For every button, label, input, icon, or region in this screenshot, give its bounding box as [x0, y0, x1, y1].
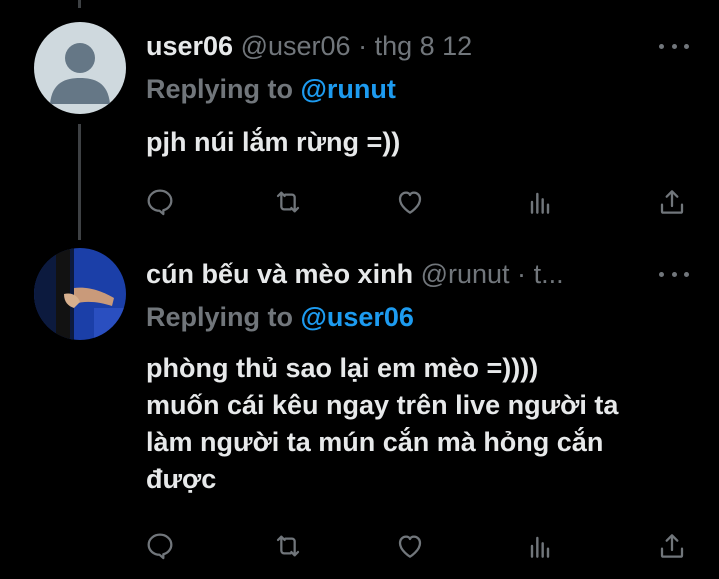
tweet-actions	[140, 526, 700, 566]
views-icon[interactable]	[520, 526, 560, 566]
handle[interactable]: @user06	[241, 31, 351, 61]
reply-icon[interactable]	[140, 182, 180, 222]
retweet-icon[interactable]	[268, 526, 308, 566]
like-icon[interactable]	[390, 182, 430, 222]
separator: ·	[517, 259, 527, 289]
share-icon[interactable]	[652, 526, 692, 566]
retweet-icon[interactable]	[268, 182, 308, 222]
replying-to-mention[interactable]: @user06	[301, 302, 414, 332]
views-icon[interactable]	[520, 182, 560, 222]
tweet-text: phòng thủ sao lại em mèo =)))) muốn cái …	[146, 353, 619, 494]
photo-avatar-icon	[34, 248, 126, 340]
tweet-header: user06 @user06 · thg 8 12	[146, 30, 649, 62]
replying-to: Replying to @runut	[146, 73, 396, 105]
replying-to-mention[interactable]: @runut	[301, 74, 396, 104]
tweet-runut[interactable]: cún bếu và mèo xinh @runut · t... Replyi…	[0, 240, 719, 579]
display-name[interactable]: user06	[146, 31, 233, 61]
replying-to: Replying to @user06	[146, 301, 414, 333]
replying-to-label: Replying to	[146, 74, 293, 104]
display-name[interactable]: cún bếu và mèo xinh	[146, 259, 413, 289]
replying-to-label: Replying to	[146, 302, 293, 332]
tweet-header: cún bếu và mèo xinh @runut · t...	[146, 258, 649, 290]
avatar[interactable]	[34, 248, 126, 340]
more-options-icon[interactable]	[659, 264, 689, 284]
tweet-date[interactable]: t...	[534, 259, 564, 289]
tweet-actions	[140, 182, 700, 222]
separator: ·	[358, 31, 368, 61]
tweet-text: pjh núi lắm rừng =))	[146, 127, 401, 157]
more-options-icon[interactable]	[659, 36, 689, 56]
default-avatar-icon	[34, 22, 126, 114]
tweet-date[interactable]: thg 8 12	[375, 31, 473, 61]
avatar[interactable]	[34, 22, 126, 114]
tweet-user06[interactable]: user06 @user06 · thg 8 12 Replying to @r…	[0, 0, 719, 240]
reply-icon[interactable]	[140, 526, 180, 566]
like-icon[interactable]	[390, 526, 430, 566]
share-icon[interactable]	[652, 182, 692, 222]
handle[interactable]: @runut	[421, 259, 510, 289]
